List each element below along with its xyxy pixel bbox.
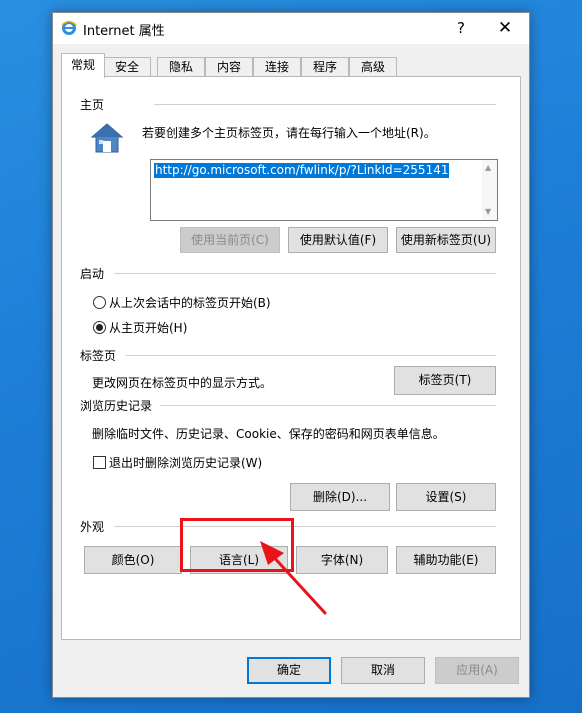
radio-home-page[interactable] <box>93 321 106 334</box>
home-url-text: http://go.microsoft.com/fwlink/p/?LinkId… <box>154 163 450 178</box>
use-default-button[interactable]: 使用默认值(F) <box>288 227 388 253</box>
use-current-button[interactable]: 使用当前页(C) <box>180 227 280 253</box>
tab-content[interactable]: 内容 <box>205 57 253 77</box>
tab-general[interactable]: 常规 <box>61 53 105 78</box>
tabs-description: 更改网页在标签页中的显示方式。 <box>92 376 273 390</box>
accessibility-button[interactable]: 辅助功能(E) <box>396 546 496 574</box>
section-divider <box>114 526 496 527</box>
scroll-up-icon[interactable]: ▲ <box>485 163 491 172</box>
section-divider <box>154 104 496 105</box>
history-section-label: 浏览历史记录 <box>80 399 153 413</box>
title-bar: Internet 属性 ? ✕ <box>53 13 529 44</box>
tab-privacy[interactable]: 隐私 <box>157 57 205 77</box>
ok-button[interactable]: 确定 <box>247 657 331 684</box>
cancel-button[interactable]: 取消 <box>341 657 425 684</box>
apply-button[interactable]: 应用(A) <box>435 657 519 684</box>
close-button[interactable]: ✕ <box>485 13 525 44</box>
scroll-down-icon[interactable]: ▼ <box>485 207 491 216</box>
tabs-settings-button[interactable]: 标签页(T) <box>394 366 496 395</box>
tabs-section-label: 标签页 <box>80 349 117 363</box>
tab-security[interactable]: 安全 <box>103 57 151 77</box>
delete-history-button[interactable]: 删除(D)... <box>290 483 390 511</box>
use-new-tab-button[interactable]: 使用新标签页(U) <box>396 227 496 253</box>
startup-section-label: 启动 <box>80 267 105 281</box>
tab-advanced[interactable]: 高级 <box>349 57 397 77</box>
home-section-label: 主页 <box>80 98 105 112</box>
section-divider <box>160 405 496 406</box>
history-description: 删除临时文件、历史记录、Cookie、保存的密码和网页表单信息。 <box>92 427 445 441</box>
window-title: Internet 属性 <box>83 24 165 39</box>
tab-connections[interactable]: 连接 <box>253 57 301 77</box>
colors-button[interactable]: 颜色(O) <box>84 546 182 574</box>
home-instruction: 若要创建多个主页标签页，请在每行输入一个地址(R)。 <box>142 126 436 140</box>
internet-explorer-icon <box>61 20 77 35</box>
radio-last-session-label[interactable]: 从上次会话中的标签页开始(B) <box>109 294 271 311</box>
home-url-textarea[interactable]: http://go.microsoft.com/fwlink/p/?LinkId… <box>150 159 498 221</box>
help-button[interactable]: ? <box>441 13 481 44</box>
delete-on-exit-label[interactable]: 退出时删除浏览历史记录(W) <box>109 454 262 471</box>
section-divider <box>114 273 496 274</box>
section-divider <box>126 355 496 356</box>
annotation-arrow-icon <box>260 541 327 615</box>
textarea-scrollbar[interactable]: ▲ ▼ <box>482 160 497 220</box>
home-icon <box>90 123 124 153</box>
delete-on-exit-checkbox[interactable] <box>93 456 106 469</box>
radio-last-session[interactable] <box>93 296 106 309</box>
history-settings-button[interactable]: 设置(S) <box>396 483 496 511</box>
tab-programs[interactable]: 程序 <box>301 57 349 77</box>
appearance-section-label: 外观 <box>80 520 105 534</box>
radio-home-page-label[interactable]: 从主页开始(H) <box>109 319 187 336</box>
